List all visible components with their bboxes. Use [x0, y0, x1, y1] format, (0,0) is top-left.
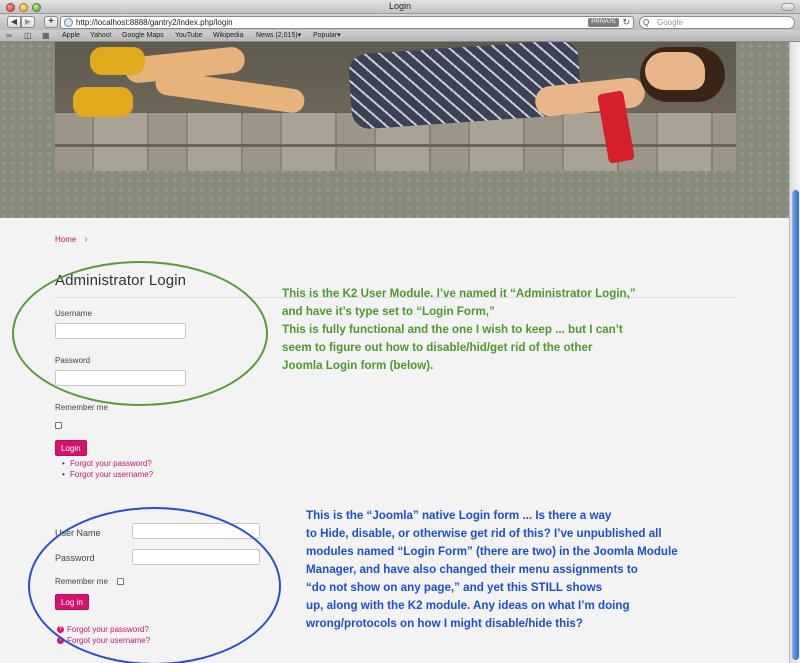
blue-highlight-ellipse	[28, 507, 281, 663]
annotation-line: up, along with the K2 module. Any ideas …	[306, 599, 630, 612]
search-placeholder: Google	[657, 18, 683, 27]
reload-icon[interactable]: ↻	[622, 17, 630, 28]
annotation-line: wrong/protocols on how I might disable/h…	[306, 617, 583, 630]
green-annotation-text: This is the K2 User Module. I’ve named i…	[282, 285, 636, 375]
back-button[interactable]: ◀	[7, 16, 21, 28]
annotation-line: modules named “Login Form” (there are tw…	[306, 545, 678, 558]
bookmarks-book-icon[interactable]: ◫	[24, 30, 32, 42]
annotation-line: “do not show on any page,” and yet this …	[306, 581, 603, 594]
page-content: Home › Administrator Login Username Passw…	[0, 42, 789, 663]
breadcrumb: Home ›	[55, 234, 88, 245]
search-icon: Q	[643, 18, 650, 27]
annotation-line: This is the “Joomla” native Login form .…	[306, 509, 612, 522]
bookmark-google-maps[interactable]: Google Maps	[122, 30, 164, 42]
toolbar-toggle-button[interactable]	[781, 3, 795, 11]
window-title: Login	[388, 1, 412, 11]
annotation-line: seem to figure out how to disable/hid/ge…	[282, 341, 593, 354]
bookmarks-bar: ∞ ◫ ▦ Apple Yahoo! Google Maps YouTube W…	[0, 30, 800, 42]
annotation-line: to Hide, disable, or otherwise get rid o…	[306, 527, 662, 540]
k2-forgot-password-link[interactable]: Forgot your password?	[70, 459, 152, 468]
annotation-line: This is fully functional and the one I w…	[282, 323, 623, 336]
bookmark-wikipedia[interactable]: Wikipedia	[213, 30, 243, 42]
k2-forgot-username-link[interactable]: Forgot your username?	[70, 470, 153, 479]
k2-login-button[interactable]: Login	[55, 440, 87, 456]
k2-remember-label: Remember me	[55, 403, 108, 412]
annotation-line: Manager, and have also changed their men…	[306, 563, 638, 576]
scrollbar-thumb[interactable]	[792, 190, 799, 660]
bookmark-apple[interactable]: Apple	[62, 30, 80, 42]
banner-plank-edge	[55, 144, 736, 147]
private-badge: PRIVATE	[588, 18, 619, 27]
annotation-line: Joomla Login form (below).	[282, 359, 434, 372]
bookmark-news[interactable]: News (2,015)▾	[256, 30, 301, 42]
bullet-icon: •	[62, 470, 65, 479]
bookmark-youtube[interactable]: YouTube	[175, 30, 203, 42]
window-titlebar: Login	[0, 0, 800, 14]
chevron-right-icon: ›	[84, 234, 88, 245]
top-sites-grid-icon[interactable]: ▦	[42, 30, 50, 42]
banner-boot-shape	[73, 87, 133, 117]
add-bookmark-button[interactable]: +	[44, 16, 58, 28]
annotation-line: and have it’s type set to “Login Form,”	[282, 305, 495, 318]
address-bar[interactable]: http://localhost:8888/gantry2/index.php/…	[60, 16, 634, 29]
banner-leg-shape	[154, 69, 306, 115]
globe-icon	[64, 18, 73, 27]
header-band	[0, 42, 789, 218]
blue-annotation-text: This is the “Joomla” native Login form .…	[306, 507, 678, 633]
breadcrumb-home-link[interactable]: Home	[55, 235, 76, 244]
bookmark-popular[interactable]: Popular▾	[313, 30, 341, 42]
banner-face-shape	[645, 52, 705, 90]
forward-button[interactable]: ▶	[21, 16, 35, 28]
search-field[interactable]: Q Google	[639, 16, 795, 29]
header-banner-image	[55, 42, 736, 171]
bullet-icon: •	[62, 459, 65, 468]
vertical-scrollbar[interactable]	[789, 42, 800, 663]
address-url[interactable]: http://localhost:8888/gantry2/index.php/…	[76, 17, 233, 28]
bookmark-yahoo[interactable]: Yahoo!	[90, 30, 112, 42]
green-highlight-ellipse	[12, 261, 268, 406]
banner-boot-shape	[90, 47, 145, 75]
reading-list-icon[interactable]: ∞	[6, 30, 12, 42]
annotation-line: This is the K2 User Module. I’ve named i…	[282, 287, 636, 300]
browser-toolbar: ◀ ▶ + http://localhost:8888/gantry2/inde…	[0, 14, 800, 30]
k2-remember-checkbox[interactable]	[55, 422, 62, 429]
